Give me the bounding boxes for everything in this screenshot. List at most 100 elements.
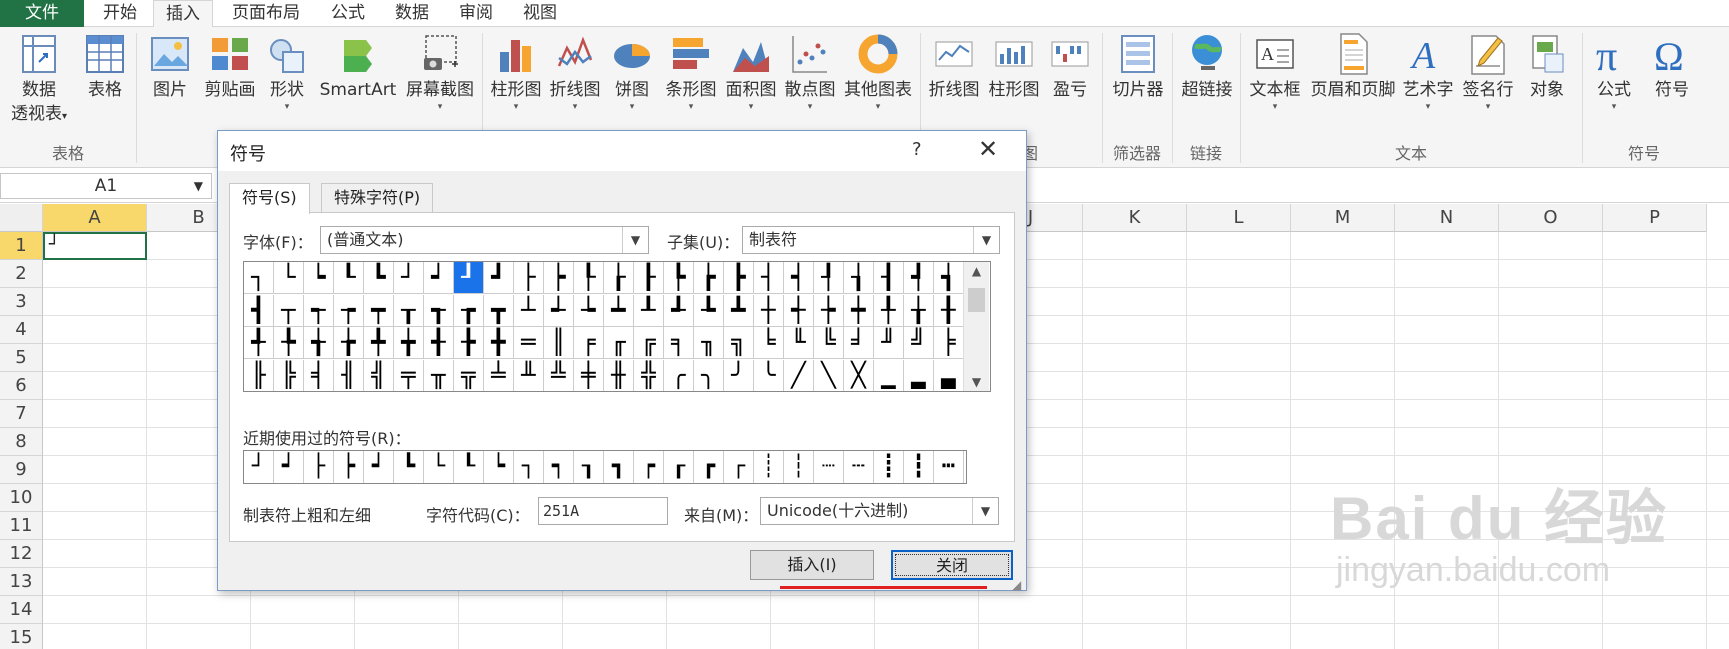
tab-review[interactable]: 审阅 <box>448 0 504 27</box>
symbol-cell[interactable]: ╓ <box>604 327 634 359</box>
row-header-14[interactable]: 14 <box>0 596 43 624</box>
symbol-cell[interactable]: ╂ <box>934 294 964 327</box>
symbol-cell[interactable]: ┚ <box>454 262 484 294</box>
subset-select[interactable]: 制表符 ▼ <box>742 226 1000 254</box>
symbol-cell[interactable]: ┴ <box>514 294 544 327</box>
recent-symbol-cell[interactable]: ┏ <box>694 451 724 483</box>
recent-symbols-strip[interactable]: ┘ ┙ ├ ┝ ┙ ┗ └ ┖ ┕ ┐ ┑ ┒ ┓ ┍ ┎ ┏ ┌ ┊ ┆ ┈ ┄ ┋ ┇ ┅ <box>243 450 967 484</box>
symbol-cell[interactable]: ┼ <box>754 294 784 327</box>
symbol-cell[interactable]: ▃ <box>934 359 964 391</box>
hyperlink-button[interactable]: 超链接 <box>1176 29 1238 102</box>
symbol-grid[interactable]: ┐ └ ┕ ┖ ┗ ┘ ┙ ┚ ┛ ├ ┝ ┞ ┟ ┠ ┡ ┢ ┣ ┤ ┥ ┦ ┧ ┨ ┩ ┪ ┫ ┬ ┭ ┮ ┯ ┰ ┱ ┲ ┳ ┴ ┵ ┶ ┷ ┸ ┹ ┺… <box>243 261 991 392</box>
recent-symbol-cell[interactable]: └ <box>424 451 454 483</box>
symbol-cell[interactable]: ╈ <box>394 327 424 359</box>
wordart-button[interactable]: A 艺术字 ▾ <box>1400 29 1456 112</box>
sparkline-line-button[interactable]: 折线图 <box>924 29 984 102</box>
column-header-a[interactable]: A <box>43 204 147 232</box>
symbol-cell[interactable]: ┾ <box>814 294 844 327</box>
symbol-cell[interactable]: ╆ <box>334 327 364 359</box>
symbol-cell[interactable]: ╨ <box>514 359 544 391</box>
character-code-input[interactable]: 251A <box>538 497 668 525</box>
symbol-cell[interactable]: ┐ <box>244 262 274 294</box>
symbol-cell[interactable]: ╇ <box>364 327 394 359</box>
symbol-cell[interactable]: ╭ <box>664 359 694 391</box>
symbol-cell[interactable]: ┱ <box>424 294 454 327</box>
select-all-corner[interactable] <box>0 204 43 232</box>
close-icon[interactable]: ✕ <box>978 135 998 163</box>
recent-symbol-cell[interactable]: ┋ <box>874 451 904 483</box>
insert-button[interactable]: 插入(I) <box>750 550 874 580</box>
symbol-cell[interactable]: ┮ <box>334 294 364 327</box>
name-box[interactable]: A1 ▼ <box>0 173 212 199</box>
scroll-up-icon[interactable]: ▲ <box>964 264 989 278</box>
symbol-cell[interactable]: ╜ <box>874 327 904 359</box>
symbol-cell[interactable]: ╧ <box>484 359 514 391</box>
symbol-cell[interactable]: ┪ <box>934 262 964 294</box>
bar-chart-button[interactable]: 条形图 ▾ <box>660 29 722 112</box>
row-header-10[interactable]: 10 <box>0 484 43 512</box>
symbol-cell[interactable]: ╝ <box>904 327 934 359</box>
tab-special-characters[interactable]: 特殊字符(P) <box>321 183 434 213</box>
symbol-cell[interactable]: ╕ <box>664 327 694 359</box>
row-header-4[interactable]: 4 <box>0 316 43 344</box>
smartart-button[interactable]: SmartArt <box>316 29 400 102</box>
column-header-p[interactable]: P <box>1603 204 1707 232</box>
header-footer-button[interactable]: 页眉和页脚 <box>1306 29 1400 102</box>
recent-symbol-cell[interactable]: ┓ <box>604 451 634 483</box>
recent-symbol-cell[interactable]: ┖ <box>454 451 484 483</box>
tab-home[interactable]: 开始 <box>90 0 150 27</box>
symbol-cell[interactable]: ┸ <box>634 294 664 327</box>
scatter-chart-button[interactable]: 散点图 ▾ <box>780 29 840 112</box>
symbol-cell[interactable]: ╱ <box>784 359 814 391</box>
symbol-cell[interactable]: ┢ <box>694 262 724 294</box>
symbol-cell[interactable]: ╙ <box>784 327 814 359</box>
symbol-cell[interactable]: ┧ <box>844 262 874 294</box>
symbol-cell[interactable]: ┯ <box>364 294 394 327</box>
column-header-n[interactable]: N <box>1395 204 1499 232</box>
row-header-8[interactable]: 8 <box>0 428 43 456</box>
pie-chart-button[interactable]: 饼图 ▾ <box>606 29 658 112</box>
symbol-cell[interactable]: ┘ <box>394 262 424 294</box>
cell-a1[interactable]: ┘ <box>43 232 147 260</box>
picture-button[interactable]: 图片 <box>146 29 194 102</box>
symbol-cell[interactable]: ╒ <box>574 327 604 359</box>
object-button[interactable]: 对象 <box>1520 29 1574 102</box>
symbol-cell[interactable]: ╃ <box>244 327 274 359</box>
symbol-cell[interactable]: ═ <box>514 327 544 359</box>
recent-symbol-cell[interactable]: ┍ <box>634 451 664 483</box>
column-chart-button[interactable]: 柱形图 ▾ <box>486 29 546 112</box>
scrollbar-thumb[interactable] <box>968 288 985 312</box>
symbol-cell[interactable]: ┳ <box>484 294 514 327</box>
symbol-grid-scrollbar[interactable]: ▲ ▼ <box>963 262 989 391</box>
row-header-15[interactable]: 15 <box>0 624 43 649</box>
symbol-cell[interactable]: ╥ <box>424 359 454 391</box>
symbol-cell[interactable]: ┶ <box>574 294 604 327</box>
symbol-cell[interactable]: ╚ <box>814 327 844 359</box>
clipart-button[interactable]: 剪贴画 <box>198 29 262 102</box>
recent-symbol-cell[interactable]: ┇ <box>904 451 934 483</box>
close-button[interactable]: 关闭 <box>891 550 1013 580</box>
tab-page-layout[interactable]: 页面布局 <box>222 0 310 27</box>
symbol-cell[interactable]: ╟ <box>244 359 274 391</box>
screenshot-button[interactable]: 屏幕截图 ▾ <box>402 29 478 112</box>
recent-symbol-cell[interactable]: ┆ <box>784 451 814 483</box>
table-button[interactable]: 表格 <box>80 29 130 102</box>
symbol-cell[interactable]: ╉ <box>424 327 454 359</box>
symbol-cell[interactable]: ┗ <box>364 262 394 294</box>
symbol-cell[interactable]: ┿ <box>844 294 874 327</box>
symbol-cell[interactable]: ┣ <box>724 262 754 294</box>
recent-symbol-cell[interactable]: ┎ <box>664 451 694 483</box>
recent-symbol-cell[interactable]: ┐ <box>514 451 544 483</box>
from-select[interactable]: Unicode(十六进制) ▼ <box>760 497 999 525</box>
symbol-cell[interactable]: ┷ <box>604 294 634 327</box>
symbol-cell[interactable]: ╩ <box>544 359 574 391</box>
symbol-cell[interactable]: ╀ <box>874 294 904 327</box>
recent-symbol-cell[interactable]: ┌ <box>724 451 754 483</box>
column-header-m[interactable]: M <box>1291 204 1395 232</box>
symbol-cell[interactable]: ╡ <box>304 359 334 391</box>
symbol-cell[interactable]: ┖ <box>334 262 364 294</box>
symbol-cell[interactable]: ┟ <box>604 262 634 294</box>
recent-symbol-cell[interactable]: ┒ <box>574 451 604 483</box>
symbol-cell[interactable]: ┵ <box>544 294 574 327</box>
symbol-cell[interactable]: ┻ <box>724 294 754 327</box>
